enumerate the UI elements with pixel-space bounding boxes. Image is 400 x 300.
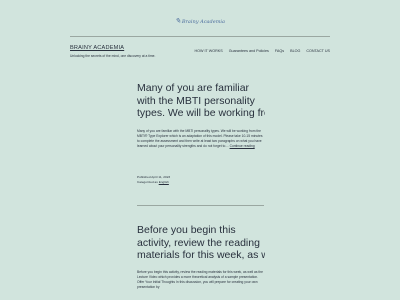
header-divider bbox=[70, 36, 330, 37]
post-title-line: Many of you are familiar bbox=[137, 82, 250, 94]
post-divider bbox=[137, 205, 264, 206]
continue-reading-link[interactable]: Continue reading bbox=[230, 144, 255, 148]
nav-item-guarantees[interactable]: Guarantees and Policies bbox=[229, 49, 269, 53]
post-category-line: Categorized as English bbox=[137, 180, 170, 185]
post-title-line: Before you begin this bbox=[137, 224, 236, 236]
site-title[interactable]: BRAINY ACADEMIA bbox=[70, 45, 124, 51]
post-category-link[interactable]: English bbox=[159, 180, 169, 184]
brain-logo-icon: ✎ bbox=[174, 17, 181, 25]
post-title-line: activity, review the reading bbox=[137, 236, 260, 249]
post-title-line: materials for this week, as w bbox=[137, 249, 265, 261]
post-excerpt: Before you begin this activity, review t… bbox=[137, 270, 264, 290]
post-excerpt-text: Before you begin this activity, review t… bbox=[137, 270, 264, 290]
logo-text: Brainy Academia bbox=[181, 19, 226, 25]
nav-item-how-it-works[interactable]: HOW IT WORKS bbox=[194, 49, 222, 53]
post-excerpt: Many of you are familiar with the MBTI p… bbox=[137, 129, 264, 149]
site-logo[interactable]: ✎Brainy Academia bbox=[0, 17, 400, 25]
primary-nav: HOW IT WORKS Guarantees and Policies FAQ… bbox=[194, 49, 330, 53]
nav-item-faqs[interactable]: FAQs bbox=[275, 49, 284, 53]
post-category-prefix: Categorized as bbox=[137, 179, 158, 184]
nav-item-contact[interactable]: CONTACT US bbox=[306, 49, 330, 53]
site-tagline: Unlocking the secrets of the mind, one d… bbox=[70, 54, 156, 58]
post-title-line: types. We will be working fro bbox=[137, 107, 265, 119]
nav-item-blog[interactable]: BLOG bbox=[290, 49, 300, 53]
post-title[interactable]: Before you begin this activity, review t… bbox=[137, 224, 265, 262]
post-meta: Published April 11, 2023 Categorized as … bbox=[137, 175, 170, 184]
post-title[interactable]: Many of you are familiar with the MBTI p… bbox=[137, 82, 265, 120]
post-title-line: with the MBTI personality bbox=[137, 94, 255, 107]
